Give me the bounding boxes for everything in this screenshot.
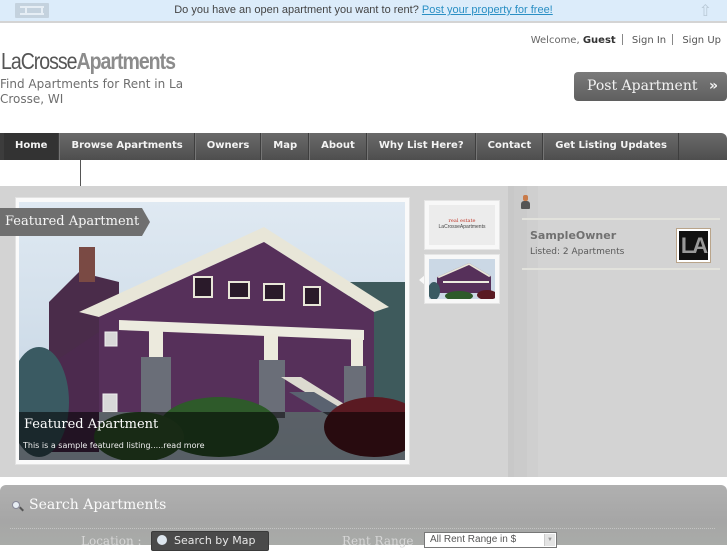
thumbnail-logo-line2: LaCrosseApartments (438, 224, 486, 230)
double-chevron-right-icon: » (708, 78, 718, 94)
divider (621, 34, 623, 45)
up-arrow-icon[interactable]: ⇧ (699, 2, 712, 20)
nav-item-contact[interactable]: Contact (475, 133, 544, 160)
divider (10, 528, 715, 529)
slider-thumbnail-2[interactable] (424, 254, 500, 304)
site-logo[interactable]: LaCrosseApartments (1, 48, 176, 75)
caption-text: This is a sample featured listing..... (23, 441, 164, 450)
rent-range-value: All Rent Range in $ (430, 534, 517, 545)
thumbnail-house-illustration (429, 259, 495, 299)
divider (522, 218, 720, 220)
search-title: Search Apartments (29, 497, 167, 513)
welcome-user: Guest (582, 35, 616, 46)
slider-thumbnail-1[interactable]: real estate LaCrosseApartments (424, 200, 500, 250)
map-search-icon (157, 535, 167, 545)
nav-item-browse-apartments[interactable]: Browse Apartments (59, 133, 195, 160)
read-more-link[interactable]: read more (163, 441, 204, 450)
magnifier-icon (12, 501, 24, 512)
notification-text: Do you have an open apartment you want t… (174, 4, 419, 16)
sign-up-link[interactable]: Sign Up (682, 35, 721, 46)
caption-title[interactable]: Featured Apartment (24, 417, 158, 432)
sidebar-stripe (514, 186, 527, 477)
notification-message: Do you have an open apartment you want t… (0, 4, 727, 16)
caption-description: This is a sample featured listing.....re… (23, 441, 205, 450)
brand-part-2: Apartments (76, 48, 176, 74)
owner-name-link[interactable]: SampleOwner (530, 229, 616, 242)
post-apartment-button[interactable]: Post Apartment » (574, 72, 727, 101)
location-label: Location : (81, 534, 142, 548)
nav-item-map[interactable]: Map (261, 133, 310, 160)
welcome-text: Welcome, (530, 35, 580, 46)
thumbnail-house-image (429, 259, 495, 299)
post-property-link[interactable]: Post your property for free! (422, 4, 553, 16)
featured-ribbon: Featured Apartment (0, 208, 150, 236)
nav-indicator-line (80, 160, 81, 186)
brand-part-1: LaCrosse (1, 48, 78, 74)
owner-listing-count: Listed: 2 Apartments (530, 247, 625, 257)
owner-person-icon (521, 195, 530, 209)
featured-caption: Featured Apartment This is a sample feat… (19, 412, 405, 460)
chevron-down-icon: ▼ (544, 534, 555, 546)
user-links: Welcome, Guest Sign In Sign Up (531, 34, 721, 46)
divider (522, 268, 720, 270)
search-apartments-panel: Search Apartments Location : Search by M… (0, 485, 727, 551)
nav-item-about[interactable]: About (309, 133, 367, 160)
owner-avatar[interactable]: LA (676, 228, 711, 263)
post-apartment-label: Post Apartment (587, 78, 698, 94)
nav-item-home[interactable]: Home (4, 133, 60, 160)
sign-in-link[interactable]: Sign In (632, 35, 666, 46)
owner-avatar-image: LA (679, 231, 708, 260)
nav-item-why-list-here[interactable]: Why List Here? (366, 133, 476, 160)
rent-range-label: Rent Range (342, 534, 414, 548)
search-by-map-label: Search by Map (174, 534, 256, 547)
main-nav: Home Browse Apartments Owners Map About … (0, 133, 727, 160)
divider (672, 34, 674, 45)
rent-range-select[interactable]: All Rent Range in $ ▼ (424, 532, 557, 548)
nav-item-get-listing-updates[interactable]: Get Listing Updates (543, 133, 679, 160)
search-by-map-button[interactable]: Search by Map (151, 531, 269, 551)
notification-bar: Do you have an open apartment you want t… (0, 0, 727, 23)
nav-item-owners[interactable]: Owners (194, 133, 262, 160)
thumbnail-logo-image: real estate LaCrosseApartments (429, 205, 495, 245)
site-tagline: Find Apartments for Rent in La Crosse, W… (0, 77, 184, 106)
featured-apartment-photo[interactable]: Featured Apartment This is a sample feat… (19, 202, 405, 460)
